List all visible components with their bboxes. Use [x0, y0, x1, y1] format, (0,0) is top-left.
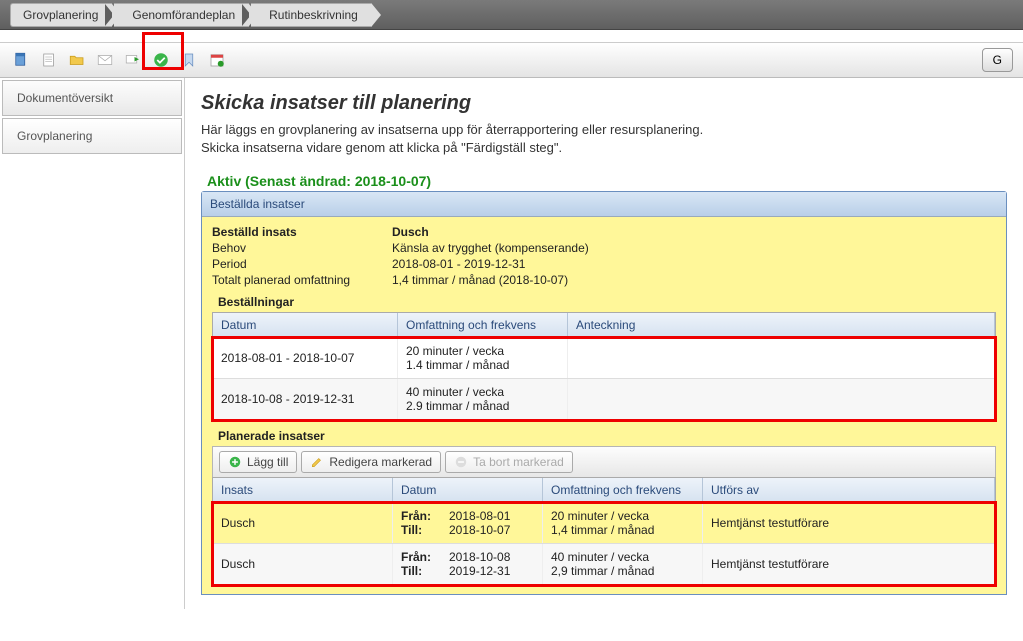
bestallning-row[interactable]: 2018-08-01 - 2018-10-07 20 minuter / vec… — [213, 338, 995, 379]
planerad-insats: Dusch — [213, 544, 393, 584]
sidebar-item-dokumentoversikt[interactable]: Dokumentöversikt — [2, 80, 182, 116]
planerad-utfors-av: Hemtjänst testutförare — [703, 503, 995, 543]
add-button[interactable]: Lägg till — [219, 451, 297, 473]
planerad-omfattning: 40 minuter / vecka 2,9 timmar / månad — [543, 544, 703, 584]
planerad-utfors-av: Hemtjänst testutförare — [703, 544, 995, 584]
page-desc-line2: Skicka insatserna vidare genom att klick… — [201, 140, 562, 155]
document-icon[interactable] — [10, 49, 32, 71]
planerad-datum: Från: 2018-10-08 Till: 2019-12-31 — [393, 544, 543, 584]
from-label: Från: — [401, 509, 439, 523]
breadcrumb-bar: Grovplanering Genomförandeplan Rutinbesk… — [0, 0, 1023, 30]
omf-line: 40 minuter / vecka — [406, 385, 559, 399]
label-bestalld-insats: Beställd insats — [212, 225, 392, 239]
label-totalt: Totalt planerad omfattning — [212, 273, 392, 287]
omf-line: 2.9 timmar / månad — [406, 399, 559, 413]
toolbar: G — [0, 42, 1023, 78]
toolbar-right-button[interactable]: G — [982, 48, 1013, 72]
bestallning-omfattning: 20 minuter / vecka 1.4 timmar / månad — [398, 338, 568, 378]
label-behov: Behov — [212, 241, 392, 255]
bestallning-datum: 2018-10-08 - 2019-12-31 — [213, 379, 398, 419]
bestallda-insatser-panel: Beställda insatser Beställd insats Dusch… — [201, 191, 1007, 595]
minus-icon — [454, 455, 468, 469]
bestallning-anteckning — [568, 338, 995, 378]
mail-icon[interactable] — [94, 49, 116, 71]
omf-line: 2,9 timmar / månad — [551, 564, 694, 578]
planerad-row[interactable]: Dusch Från: 2018-08-01 Till: 2018-10-07 20… — [213, 503, 995, 544]
planerade-grid: Insats Datum Omfattning och frekvens Utf… — [212, 477, 996, 586]
value-period: 2018-08-01 - 2019-12-31 — [392, 257, 525, 271]
delete-button-label: Ta bort markerad — [473, 455, 564, 469]
notepad-icon[interactable] — [38, 49, 60, 71]
bestallningar-grid: Datum Omfattning och frekvens Anteckning… — [212, 312, 996, 421]
planerad-row[interactable]: Dusch Från: 2018-10-08 Till: 2019-12-31 40… — [213, 544, 995, 585]
planerade-heading: Planerade insatser — [218, 429, 996, 443]
highlight-approve-button — [142, 32, 184, 70]
calendar-icon[interactable] — [206, 49, 228, 71]
from-value: 2018-08-01 — [449, 509, 510, 523]
till-label: Till: — [401, 564, 439, 578]
omf-line: 20 minuter / vecka — [406, 344, 559, 358]
planerad-omfattning: 20 minuter / vecka 1,4 timmar / månad — [543, 503, 703, 543]
breadcrumb: Grovplanering Genomförandeplan Rutinbesk… — [10, 3, 374, 27]
planerade-action-bar: Lägg till Redigera markerad Ta bort mark… — [212, 446, 996, 477]
omf-line: 1,4 timmar / månad — [551, 523, 694, 537]
col-header-datum[interactable]: Datum — [393, 478, 543, 502]
plus-icon — [228, 455, 242, 469]
highlight-bestallningar-rows: 2018-08-01 - 2018-10-07 20 minuter / vec… — [213, 338, 995, 420]
breadcrumb-grovplanering[interactable]: Grovplanering — [10, 3, 112, 27]
value-bestalld-insats: Dusch — [392, 225, 429, 239]
planerade-header-row: Insats Datum Omfattning och frekvens Utf… — [213, 478, 995, 503]
omf-line: 40 minuter / vecka — [551, 550, 694, 564]
sidebar-item-grovplanering[interactable]: Grovplanering — [2, 118, 182, 154]
delete-button[interactable]: Ta bort markerad — [445, 451, 573, 473]
page-title: Skicka insatser till planering — [201, 92, 1007, 115]
col-header-anteckning[interactable]: Anteckning — [568, 313, 995, 337]
col-header-datum[interactable]: Datum — [213, 313, 398, 337]
col-header-omfattning[interactable]: Omfattning och frekvens — [398, 313, 568, 337]
page-desc-line1: Här läggs en grovplanering av insatserna… — [201, 122, 703, 137]
breadcrumb-genomforandeplan[interactable]: Genomförandeplan — [114, 3, 249, 27]
page-description: Här läggs en grovplanering av insatserna… — [201, 121, 1007, 157]
till-value: 2019-12-31 — [449, 564, 510, 578]
active-status-label: Aktiv (Senast ändrad: 2018-10-07) — [201, 173, 1007, 189]
bestallning-anteckning — [568, 379, 995, 419]
bestallning-omfattning: 40 minuter / vecka 2.9 timmar / månad — [398, 379, 568, 419]
value-totalt: 1,4 timmar / månad (2018-10-07) — [392, 273, 568, 287]
bestallningar-heading: Beställningar — [218, 295, 996, 309]
forward-icon[interactable] — [122, 49, 144, 71]
planerad-datum: Från: 2018-08-01 Till: 2018-10-07 — [393, 503, 543, 543]
pencil-icon — [310, 455, 324, 469]
col-header-insats[interactable]: Insats — [213, 478, 393, 502]
edit-button-label: Redigera markerad — [329, 455, 432, 469]
omf-line: 20 minuter / vecka — [551, 509, 694, 523]
col-header-utfors-av[interactable]: Utförs av — [703, 478, 995, 502]
bestallningar-header-row: Datum Omfattning och frekvens Anteckning — [213, 313, 995, 338]
till-label: Till: — [401, 523, 439, 537]
value-behov: Känsla av trygghet (kompenserande) — [392, 241, 589, 255]
edit-button[interactable]: Redigera markerad — [301, 451, 441, 473]
add-button-label: Lägg till — [247, 455, 288, 469]
from-label: Från: — [401, 550, 439, 564]
planerad-insats: Dusch — [213, 503, 393, 543]
panel-body: Beställd insats Dusch Behov Känsla av tr… — [202, 217, 1006, 594]
from-value: 2018-10-08 — [449, 550, 510, 564]
highlight-planerade-rows: Dusch Från: 2018-08-01 Till: 2018-10-07 20… — [213, 503, 995, 585]
bestallning-datum: 2018-08-01 - 2018-10-07 — [213, 338, 398, 378]
col-header-omfattning[interactable]: Omfattning och frekvens — [543, 478, 703, 502]
till-value: 2018-10-07 — [449, 523, 510, 537]
omf-line: 1.4 timmar / månad — [406, 358, 559, 372]
breadcrumb-rutinbeskrivning[interactable]: Rutinbeskrivning — [251, 3, 372, 27]
label-period: Period — [212, 257, 392, 271]
sidebar: Dokumentöversikt Grovplanering — [0, 78, 185, 609]
folder-icon[interactable] — [66, 49, 88, 71]
content-area: Skicka insatser till planering Här läggs… — [185, 78, 1023, 609]
panel-header: Beställda insatser — [202, 192, 1006, 217]
bestallning-row[interactable]: 2018-10-08 - 2019-12-31 40 minuter / vec… — [213, 379, 995, 420]
